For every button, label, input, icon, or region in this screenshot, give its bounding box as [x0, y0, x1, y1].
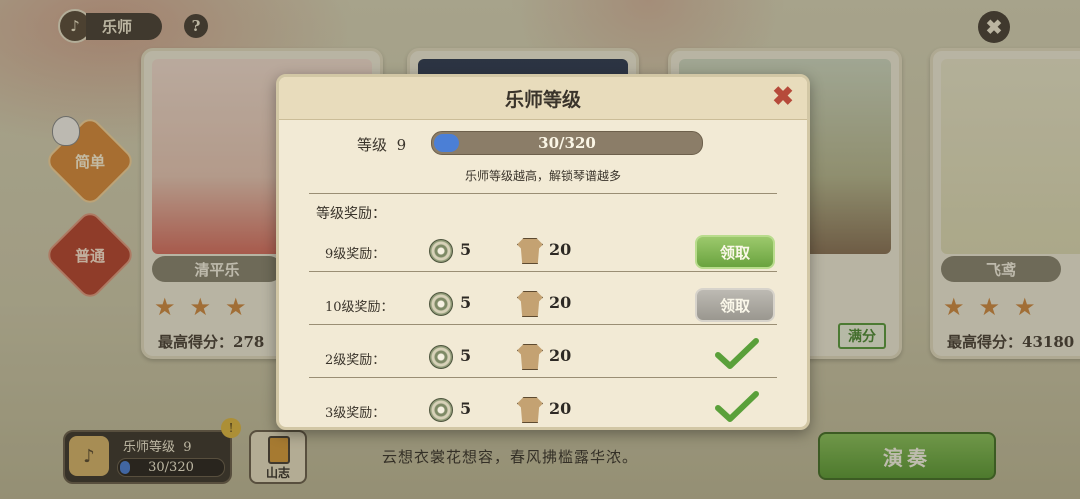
reward-row: 3级奖励： 5 20 — [279, 388, 807, 427]
robe-icon — [517, 291, 543, 317]
disc-quantity: 5 — [460, 346, 472, 365]
reward-level-label: 10级奖励： — [325, 300, 394, 315]
rewards-section-title: 等级奖励： — [316, 206, 386, 222]
claimed-check-icon — [715, 338, 759, 369]
disc-quantity: 5 — [460, 293, 472, 312]
divider — [309, 324, 777, 325]
divider — [309, 271, 777, 272]
robe-quantity: 20 — [549, 293, 572, 312]
divider — [309, 377, 777, 378]
jade-disc-icon — [429, 345, 453, 369]
claim-button-disabled[interactable]: 领取 — [695, 288, 775, 322]
robe-icon — [517, 397, 543, 423]
robe-icon — [517, 344, 543, 370]
reward-row: 9级奖励： 5 20 领取 — [279, 229, 807, 283]
dialog-title: 乐师等级 — [504, 89, 581, 111]
robe-quantity: 20 — [549, 346, 572, 365]
jade-disc-icon — [429, 239, 453, 263]
level-progress-text: 30/320 — [538, 134, 596, 152]
level-hint: 乐师等级越高，解锁琴谱越多 — [464, 169, 621, 183]
reward-row: 10级奖励： 5 20 领取 — [279, 282, 807, 336]
jade-disc-icon — [429, 292, 453, 316]
robe-quantity: 20 — [549, 399, 572, 418]
level-progress-bar: 30/320 — [431, 131, 703, 155]
dialog-header: 乐师等级 ✖ — [279, 77, 807, 120]
reward-level-label: 2级奖励： — [325, 353, 386, 368]
close-icon[interactable]: ✖ — [769, 82, 797, 112]
divider — [309, 193, 777, 194]
reward-level-label: 9级奖励： — [325, 247, 386, 262]
disc-quantity: 5 — [460, 240, 472, 259]
level-rewards-dialog: 乐师等级 ✖ 等级 9 30/320 乐师等级越高，解锁琴谱越多 等级奖励： 9… — [276, 74, 810, 430]
jade-disc-icon — [429, 398, 453, 422]
robe-icon — [517, 238, 543, 264]
disc-quantity: 5 — [460, 399, 472, 418]
reward-row: 2级奖励： 5 20 — [279, 335, 807, 389]
claimed-check-icon — [715, 391, 759, 422]
reward-level-label: 3级奖励： — [325, 406, 386, 421]
claim-button[interactable]: 领取 — [695, 235, 775, 269]
robe-quantity: 20 — [549, 240, 572, 259]
level-label: 等级 9 — [357, 136, 407, 154]
